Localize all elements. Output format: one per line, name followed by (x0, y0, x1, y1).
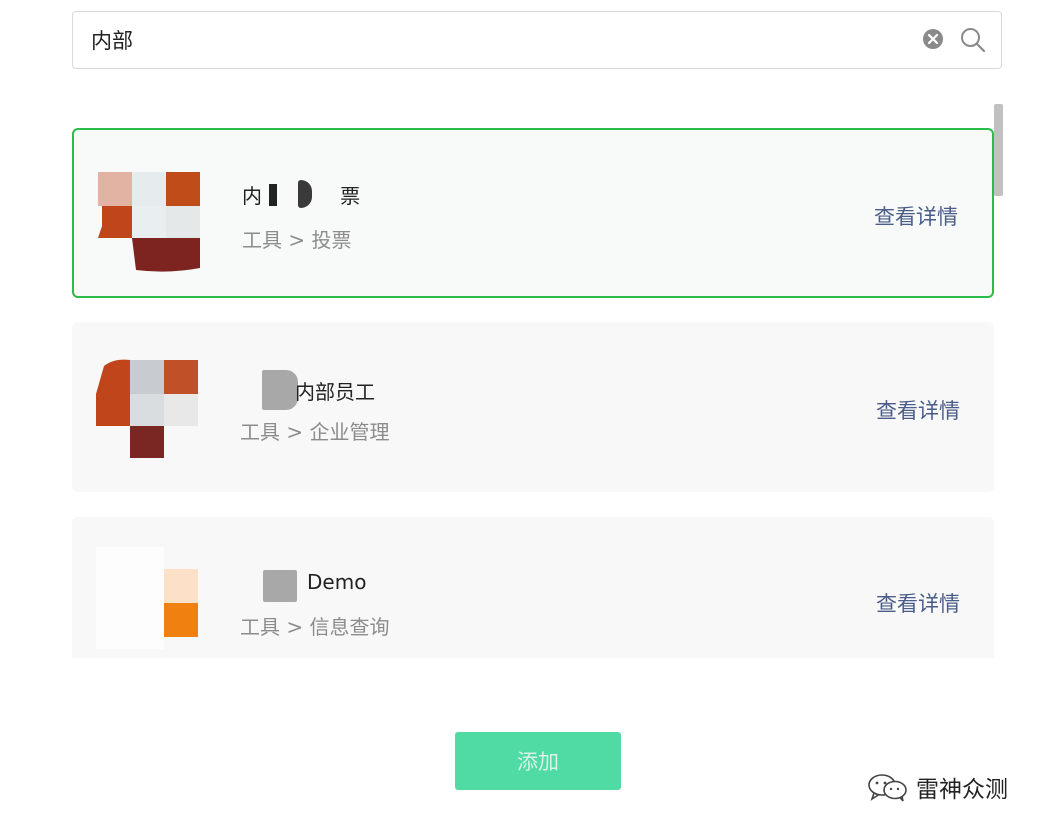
app-logo-icon (98, 172, 200, 272)
watermark: 雷神众测 (866, 768, 1008, 806)
title-cursor (269, 184, 278, 206)
result-list: 内 票 工具 > 投票 查看详情 内部员工 工具 > 企业管理 查看详情 Dem… (72, 110, 994, 658)
card-title: 内部员工 (295, 380, 375, 404)
search-icon[interactable] (959, 26, 987, 54)
watermark-text: 雷神众测 (916, 777, 1008, 803)
view-details-link[interactable]: 查看详情 (876, 588, 960, 618)
search-box (72, 11, 1002, 69)
view-details-link[interactable]: 查看详情 (876, 395, 960, 425)
redaction-mark (262, 370, 298, 410)
clear-icon[interactable] (922, 28, 944, 50)
card-title: Demo (307, 570, 367, 594)
card-breadcrumb: 工具 > 投票 (242, 228, 352, 252)
redaction-mark (298, 180, 312, 208)
add-button[interactable]: 添加 (455, 732, 621, 790)
result-card-3[interactable]: Demo 工具 > 信息查询 查看详情 (72, 517, 994, 658)
scrollbar-thumb[interactable] (994, 104, 1003, 196)
app-logo-icon (96, 359, 198, 458)
card-breadcrumb: 工具 > 信息查询 (240, 615, 390, 639)
result-card-2[interactable]: 内部员工 工具 > 企业管理 查看详情 (72, 322, 994, 492)
search-input[interactable] (91, 12, 891, 68)
card-title-suffix: 票 (340, 184, 361, 208)
result-card-1[interactable]: 内 票 工具 > 投票 查看详情 (72, 128, 994, 298)
card-breadcrumb: 工具 > 企业管理 (240, 420, 390, 444)
card-title: 内 票 (242, 180, 360, 209)
redaction-mark (263, 570, 297, 602)
view-details-link[interactable]: 查看详情 (874, 201, 958, 231)
app-logo-icon (96, 547, 198, 649)
wechat-icon (868, 774, 907, 802)
card-title-prefix: 内 (242, 184, 262, 208)
